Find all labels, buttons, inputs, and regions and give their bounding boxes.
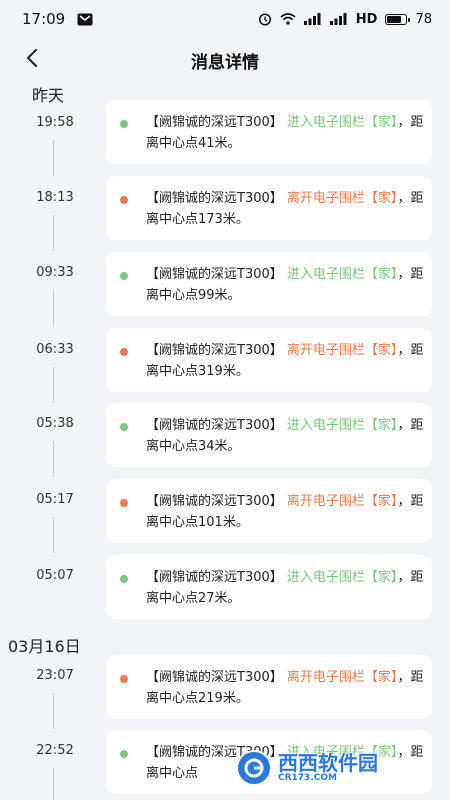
timeline-line — [53, 367, 54, 403]
fence-name: 【家】 — [364, 494, 398, 509]
page-title: 消息详情 — [191, 52, 259, 73]
enter-status-dot — [120, 120, 128, 128]
alarm-icon — [258, 12, 272, 26]
fence-name: 【家】 — [364, 115, 398, 130]
message-text: 【阙锦诚的深远T300】 进入电子围栏【家】，距离中心点34米。 — [146, 415, 426, 457]
message-card[interactable]: 【阙锦诚的深远T300】 离开电子围栏【家】，距离中心点101米。 — [106, 479, 432, 543]
chevron-left-icon — [25, 48, 39, 72]
device-name: 【阙锦诚的深远T300】 — [146, 418, 283, 433]
message-text: 【阙锦诚的深远T300】 离开电子围栏【家】，距离中心点219米。 — [146, 667, 426, 709]
fence-name: 【家】 — [364, 418, 398, 433]
leave-status-dot — [120, 499, 128, 507]
message-card[interactable]: 【阙锦诚的深远T300】 进入电子围栏【家】，距离中心点27米。 — [106, 555, 432, 619]
fence-name: 【家】 — [364, 670, 398, 685]
fence-name: 【家】 — [364, 191, 398, 206]
enter-status-dot — [120, 750, 128, 758]
message-card[interactable]: 【阙锦诚的深远T300】 进入电子围栏【家】，距离中心点41米。 — [106, 100, 432, 164]
message-card[interactable]: 【阙锦诚的深远T300】 离开电子围栏【家】，距离中心点319米。 — [106, 328, 432, 392]
status-time: 17:09 — [22, 10, 66, 28]
message-text: 【阙锦诚的深远T300】 离开电子围栏【家】，距离中心点319米。 — [146, 340, 426, 382]
fence-action: 离开电子围栏 — [286, 191, 365, 206]
date-header: 03月16日 — [8, 637, 81, 656]
date-header: 昨天 — [32, 86, 65, 105]
device-name: 【阙锦诚的深远T300】 — [146, 570, 283, 585]
signal-icon — [303, 13, 322, 25]
fence-action: 进入电子围栏 — [286, 115, 365, 130]
message-card[interactable]: 【阙锦诚的深远T300】 离开电子围栏【家】，距离中心点219米。 — [106, 655, 432, 719]
leave-status-dot — [120, 348, 128, 356]
status-bar: 17:09 HD 78 — [0, 0, 450, 38]
device-name: 【阙锦诚的深远T300】 — [146, 191, 283, 206]
watermark-logo-icon — [236, 750, 272, 786]
message-text: 【阙锦诚的深远T300】 进入电子围栏【家】，距离中心点99米。 — [146, 264, 426, 306]
notification-icon — [77, 13, 93, 26]
watermark-main-text: 西西软件园 — [278, 750, 378, 775]
battery-icon — [385, 13, 411, 25]
time-label: 18:13 — [36, 190, 74, 205]
device-name: 【阙锦诚的深远T300】 — [146, 670, 283, 685]
status-right: HD 78 — [258, 12, 432, 27]
time-label: 19:58 — [36, 115, 74, 130]
time-label: 23:07 — [36, 668, 74, 683]
fence-name: 【家】 — [364, 343, 398, 358]
fence-action: 进入电子围栏 — [286, 267, 365, 282]
device-name: 【阙锦诚的深远T300】 — [146, 267, 283, 282]
watermark: 西西软件园 CR173.COM — [236, 744, 444, 792]
device-name: 【阙锦诚的深远T300】 — [146, 115, 283, 130]
back-button[interactable] — [16, 44, 48, 76]
timeline-line — [53, 441, 54, 477]
fence-action: 离开电子围栏 — [286, 670, 365, 685]
message-timeline[interactable]: 昨天 19:58 【阙锦诚的深远T300】 进入电子围栏【家】，距离中心点41米… — [0, 82, 450, 800]
time-label: 09:33 — [36, 265, 74, 280]
network-type: HD — [355, 11, 378, 27]
message-card[interactable]: 【阙锦诚的深远T300】 进入电子围栏【家】，距离中心点34米。 — [106, 403, 432, 467]
message-text: 【阙锦诚的深远T300】 离开电子围栏【家】，距离中心点173米。 — [146, 188, 426, 230]
device-name: 【阙锦诚的深远T300】 — [146, 343, 283, 358]
time-label: 05:38 — [36, 416, 74, 431]
watermark-text: 西西软件园 CR173.COM — [278, 750, 378, 783]
time-label: 05:17 — [36, 492, 74, 507]
timeline-line — [53, 215, 54, 251]
fence-action: 进入电子围栏 — [286, 570, 365, 585]
battery-level: 78 — [415, 11, 432, 27]
watermark-sub-text: CR173.COM — [278, 772, 337, 783]
time-label: 22:52 — [36, 743, 74, 758]
enter-status-dot — [120, 423, 128, 431]
time-label: 06:33 — [36, 342, 74, 357]
leave-status-dot — [120, 196, 128, 204]
top-bar: 消息详情 — [0, 38, 450, 82]
timeline-line — [53, 517, 54, 553]
enter-status-dot — [120, 272, 128, 280]
timeline-line — [53, 140, 54, 176]
fence-action: 进入电子围栏 — [286, 418, 365, 433]
message-text: 【阙锦诚的深远T300】 进入电子围栏【家】，距离中心点41米。 — [146, 112, 426, 154]
timeline-line — [53, 290, 54, 326]
time-label: 05:07 — [36, 568, 74, 583]
fence-name: 【家】 — [364, 267, 398, 282]
wifi-icon — [280, 13, 296, 25]
enter-status-dot — [120, 575, 128, 583]
message-text: 【阙锦诚的深远T300】 进入电子围栏【家】，距离中心点27米。 — [146, 567, 426, 609]
message-card[interactable]: 【阙锦诚的深远T300】 进入电子围栏【家】，距离中心点99米。 — [106, 252, 432, 316]
message-text: 【阙锦诚的深远T300】 离开电子围栏【家】，距离中心点101米。 — [146, 491, 426, 533]
message-card[interactable]: 【阙锦诚的深远T300】 离开电子围栏【家】，距离中心点173米。 — [106, 176, 432, 240]
fence-action: 离开电子围栏 — [286, 494, 365, 509]
fence-action: 离开电子围栏 — [286, 343, 365, 358]
timeline-line — [53, 693, 54, 729]
timeline-line — [53, 768, 54, 800]
leave-status-dot — [120, 675, 128, 683]
device-name: 【阙锦诚的深远T300】 — [146, 494, 283, 509]
signal-icon-2 — [329, 13, 348, 25]
fence-name: 【家】 — [364, 570, 398, 585]
status-left: 17:09 — [22, 10, 93, 28]
